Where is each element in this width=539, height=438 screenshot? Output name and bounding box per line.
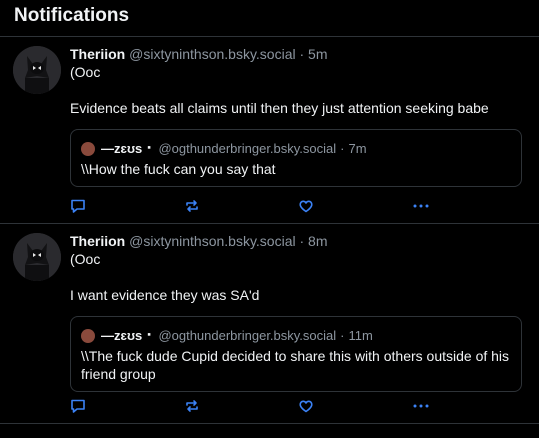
- avatar[interactable]: [13, 46, 61, 94]
- quote-meta: —zɛʊs⠐ @ogthunderbringer.bsky.social · 1…: [81, 327, 511, 344]
- post-text-line: I want evidence they was SA'd: [70, 287, 260, 303]
- meta-separator: ·: [340, 328, 345, 343]
- avatar[interactable]: [13, 233, 61, 281]
- author-name[interactable]: Theriion: [70, 233, 125, 249]
- author-handle[interactable]: @sixtyninthson.bsky.social: [129, 233, 295, 249]
- quote-time: 7m: [348, 141, 367, 156]
- meta-separator: ·: [299, 46, 305, 62]
- heart-icon[interactable]: [298, 397, 314, 415]
- quoted-post[interactable]: —zɛʊs⠐ @ogthunderbringer.bsky.social · 7…: [70, 129, 522, 187]
- post-time[interactable]: 5m: [308, 46, 327, 62]
- page-title: Notifications: [14, 5, 130, 26]
- author-handle[interactable]: @sixtyninthson.bsky.social: [129, 46, 295, 62]
- quote-avatar: [81, 328, 95, 343]
- author-name[interactable]: Theriion: [70, 46, 125, 62]
- repost-icon[interactable]: [184, 397, 200, 415]
- repost-icon[interactable]: [184, 197, 200, 215]
- quote-time: 11m: [348, 328, 373, 343]
- quote-author-handle: @ogthunderbringer.bsky.social: [158, 328, 337, 343]
- quote-author-name: —zɛʊs⠐: [101, 141, 153, 156]
- more-icon[interactable]: [412, 397, 430, 415]
- quote-text: \\How the fuck can you say that: [81, 161, 276, 177]
- quote-avatar: [81, 141, 95, 156]
- more-icon[interactable]: [412, 197, 430, 215]
- post-text-line: (Ooc: [70, 64, 101, 80]
- quote-text: \\The fuck dude Cupid decided to share t…: [81, 348, 510, 382]
- reply-icon[interactable]: [70, 197, 86, 215]
- quote-meta: —zɛʊs⠐ @ogthunderbringer.bsky.social · 7…: [81, 140, 511, 157]
- post-text-line: Evidence beats all claims until then the…: [70, 100, 489, 116]
- meta-separator: ·: [340, 141, 345, 156]
- quote-author-handle: @ogthunderbringer.bsky.social: [158, 141, 337, 156]
- notifications-header: Notifications: [0, 0, 539, 37]
- post-actions: [70, 397, 439, 415]
- post-actions: [70, 197, 439, 215]
- reply-icon[interactable]: [70, 397, 86, 415]
- notification-post[interactable]: Theriion @sixtyninthson.bsky.social · 5m…: [0, 37, 539, 224]
- post-meta: Theriion @sixtyninthson.bsky.social · 8m: [70, 232, 525, 250]
- meta-separator: ·: [299, 233, 305, 249]
- quoted-post[interactable]: —zɛʊs⠐ @ogthunderbringer.bsky.social · 1…: [70, 316, 522, 392]
- post-text-line: (Ooc: [70, 251, 101, 267]
- notification-post[interactable]: Theriion @sixtyninthson.bsky.social · 8m…: [0, 224, 539, 424]
- quote-author-name: —zɛʊs⠐: [101, 328, 153, 343]
- heart-icon[interactable]: [298, 197, 314, 215]
- post-time[interactable]: 8m: [308, 233, 327, 249]
- post-meta: Theriion @sixtyninthson.bsky.social · 5m: [70, 45, 525, 63]
